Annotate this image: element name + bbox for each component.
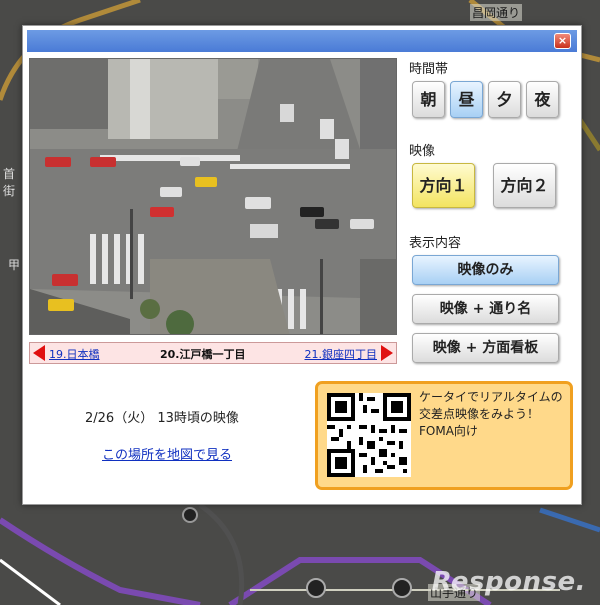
- next-location-link[interactable]: 21.銀座四丁目: [305, 346, 378, 362]
- map-left-label-3: 甲: [8, 258, 21, 272]
- map-left-label-2: 街: [3, 184, 16, 198]
- display-video-direction-sign-button[interactable]: 映像 + 方面看板: [412, 333, 559, 363]
- promo-line-1: ケータイでリアルタイムの: [419, 390, 563, 404]
- display-video-street-name-button[interactable]: 映像 + 通り名: [412, 294, 559, 324]
- previous-location-link[interactable]: 19.日本橋: [49, 346, 100, 362]
- map-left-label-1: 首: [3, 167, 16, 181]
- time-button-night[interactable]: 夜: [526, 81, 559, 118]
- direction-1-button[interactable]: 方向１: [412, 163, 475, 208]
- map-street-label-top: 昌岡通り: [470, 4, 523, 21]
- next-location-arrow-icon[interactable]: [381, 345, 393, 361]
- location-navigation-bar: 19.日本橋 20.江戸橋一丁目 21.銀座四丁目: [29, 342, 397, 364]
- current-location-label: 20.江戸橋一丁目: [160, 348, 246, 361]
- time-button-noon[interactable]: 昼: [450, 81, 483, 118]
- promo-line-2: 交差点映像をみよう！: [419, 407, 540, 421]
- promo-text: ケータイでリアルタイムの 交差点映像をみよう！ FOMA向け: [419, 389, 563, 440]
- video-section-label: 映像: [409, 144, 436, 159]
- mobile-promo-box[interactable]: ケータイでリアルタイムの 交差点映像をみよう！ FOMA向け: [315, 381, 573, 490]
- time-section-label: 時間帯: [409, 62, 449, 77]
- display-section-label: 表示内容: [409, 236, 462, 251]
- camera-dialog: × 19.日本橋 20.江戸橋一丁目 21.銀座四丁目 時間帯 朝 昼 夕 夜 …: [22, 25, 582, 505]
- qr-code-icon: [327, 393, 411, 477]
- response-watermark-logo: Response.: [431, 567, 586, 597]
- view-on-map-link[interactable]: この場所を地図で見る: [102, 444, 232, 463]
- display-video-only-button[interactable]: 映像のみ: [412, 255, 559, 285]
- dialog-titlebar[interactable]: ×: [27, 30, 577, 52]
- time-button-morning[interactable]: 朝: [412, 81, 445, 118]
- close-button[interactable]: ×: [554, 33, 571, 49]
- direction-2-button[interactable]: 方向２: [493, 163, 556, 208]
- capture-datetime-text: 2/26（火） 13時頃の映像: [85, 411, 239, 426]
- intersection-camera-image: [29, 58, 397, 335]
- time-button-evening[interactable]: 夕: [488, 81, 521, 118]
- promo-line-3: FOMA向け: [419, 424, 478, 438]
- previous-location-arrow-icon[interactable]: [33, 345, 45, 361]
